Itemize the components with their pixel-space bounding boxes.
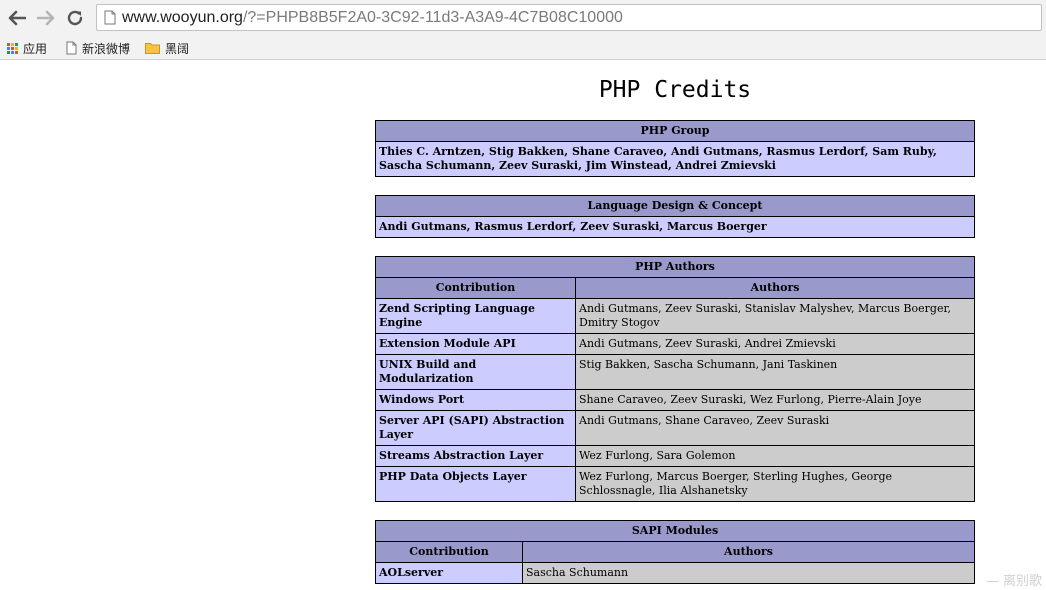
- back-button[interactable]: [5, 6, 29, 30]
- php-group-members: Thies C. Arntzen, Stig Bakken, Shane Car…: [375, 141, 975, 177]
- address-bar[interactable]: www.wooyun.org/?=PHPB8B5F2A0-3C92-11d3-A…: [96, 4, 1042, 31]
- php-group-table: PHP Group Thies C. Arntzen, Stig Bakken,…: [375, 120, 975, 177]
- table-header: PHP Authors: [375, 256, 975, 278]
- column-header-contribution: Contribution: [375, 277, 576, 299]
- bookmark-folder-heikuo[interactable]: 黑阔: [145, 39, 189, 57]
- column-header-contribution: Contribution: [375, 541, 523, 563]
- watermark: — 离别歌: [985, 574, 1042, 589]
- bookmarks-bar: 应用 新浪微博 黑阔: [0, 36, 1046, 60]
- apps-grid-icon: [7, 42, 18, 54]
- bookmark-label: 新浪微博: [82, 41, 131, 56]
- contribution-cell: Windows Port: [375, 389, 576, 411]
- table-header: SAPI Modules: [375, 520, 975, 542]
- folder-icon: [145, 42, 160, 54]
- table-row: Server API (SAPI) Abstraction Layer Andi …: [375, 410, 975, 446]
- url-path: /?=PHPB8B5F2A0-3C92-11d3-A3A9-4C7B08C100…: [242, 8, 623, 26]
- reload-button[interactable]: [63, 6, 87, 30]
- browser-toolbar: www.wooyun.org/?=PHPB8B5F2A0-3C92-11d3-A…: [0, 0, 1046, 36]
- bookmark-weibo[interactable]: 新浪微博: [66, 39, 130, 57]
- column-header-authors: Authors: [575, 277, 975, 299]
- contribution-cell: Streams Abstraction Layer: [375, 445, 576, 467]
- contribution-cell: Extension Module API: [375, 333, 576, 355]
- table-row: AOLserver Sascha Schumann: [375, 562, 975, 584]
- page-title: PHP Credits: [598, 77, 752, 103]
- table-row: UNIX Build and Modularization Stig Bakken…: [375, 354, 975, 390]
- authors-cell: Wez Furlong, Marcus Boerger, Sterling Hu…: [575, 466, 975, 502]
- php-authors-table: PHP Authors Contribution Authors Zend Sc…: [375, 256, 975, 502]
- table-row: Streams Abstraction Layer Wez Furlong, Sa…: [375, 445, 975, 467]
- sapi-modules-table: SAPI Modules Contribution Authors AOLser…: [375, 520, 975, 584]
- php-authors-rows: Zend Scripting Language Engine Andi Gutma…: [375, 298, 975, 502]
- contribution-cell: Zend Scripting Language Engine: [375, 298, 576, 334]
- column-header-authors: Authors: [522, 541, 975, 563]
- contribution-cell: PHP Data Objects Layer: [375, 466, 576, 502]
- table-row: Zend Scripting Language Engine Andi Gutma…: [375, 298, 975, 334]
- back-arrow-icon: [8, 10, 26, 26]
- authors-cell: Stig Bakken, Sascha Schumann, Jani Taski…: [575, 354, 975, 390]
- sapi-modules-rows: AOLserver Sascha Schumann: [375, 562, 975, 584]
- reload-icon: [67, 10, 83, 26]
- authors-cell: Shane Caraveo, Zeev Suraski, Wez Furlong…: [575, 389, 975, 411]
- page-icon: [66, 41, 77, 55]
- contribution-cell: AOLserver: [375, 562, 523, 584]
- table-header: Language Design & Concept: [375, 195, 975, 217]
- table-row: PHP Data Objects Layer Wez Furlong, Marcu…: [375, 466, 975, 502]
- bookmark-label: 应用: [23, 41, 48, 56]
- table-header: PHP Group: [375, 120, 975, 142]
- language-design-table: Language Design & Concept Andi Gutmans, …: [375, 195, 975, 238]
- page-content: PHP Credits PHP Group Thies C. Arntzen, …: [0, 60, 1046, 590]
- authors-cell: Andi Gutmans, Zeev Suraski, Andrei Zmiev…: [575, 333, 975, 355]
- url-host: www.wooyun.org: [122, 8, 243, 26]
- authors-cell: Andi Gutmans, Shane Caraveo, Zeev Surask…: [575, 410, 975, 446]
- forward-button[interactable]: [34, 6, 58, 30]
- url-text: www.wooyun.org/?=PHPB8B5F2A0-3C92-11d3-A…: [122, 9, 623, 27]
- language-design-members: Andi Gutmans, Rasmus Lerdorf, Zeev Suras…: [375, 216, 975, 238]
- authors-cell: Andi Gutmans, Zeev Suraski, Stanislav Ma…: [575, 298, 975, 334]
- bookmark-label: 黑阔: [165, 41, 190, 56]
- forward-arrow-icon: [37, 10, 55, 26]
- table-row: Windows Port Shane Caraveo, Zeev Suraski,…: [375, 389, 975, 411]
- authors-cell: Wez Furlong, Sara Golemon: [575, 445, 975, 467]
- bookmark-apps[interactable]: 应用: [7, 39, 47, 57]
- contribution-cell: Server API (SAPI) Abstraction Layer: [375, 410, 576, 446]
- table-row: Extension Module API Andi Gutmans, Zeev S…: [375, 333, 975, 355]
- authors-cell: Sascha Schumann: [522, 562, 975, 584]
- contribution-cell: UNIX Build and Modularization: [375, 354, 576, 390]
- page-icon: [104, 10, 116, 25]
